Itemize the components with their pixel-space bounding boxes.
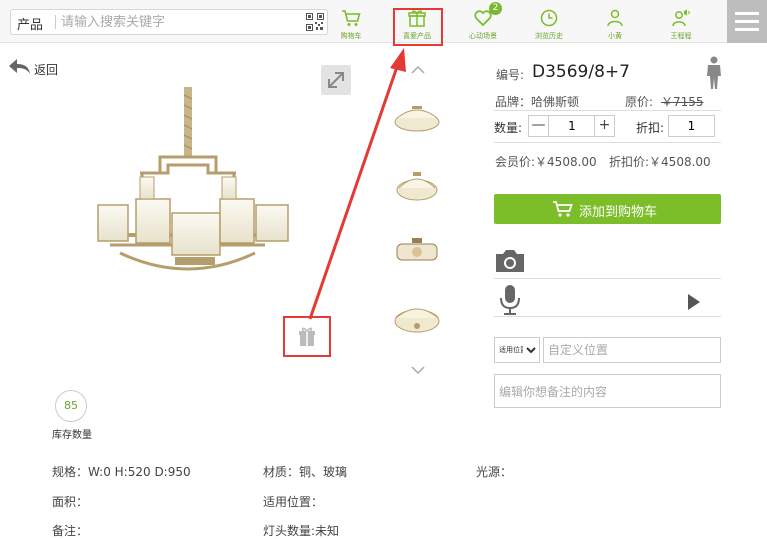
clock-icon: [540, 9, 558, 27]
nav-cart-label: 购物车: [340, 32, 362, 40]
spec-remarks: 备注：: [52, 524, 89, 538]
back-arrow-icon: [9, 59, 30, 74]
spec-applicable-position: 适用位置：: [263, 495, 324, 509]
discount-input[interactable]: [668, 115, 715, 137]
product-image: [97, 87, 289, 271]
divider: [494, 142, 721, 143]
discount-price: 折扣价:￥4508.00: [609, 155, 711, 169]
search-input[interactable]: [61, 12, 291, 32]
nav-history-label: 浏览历史: [535, 32, 563, 40]
cart-icon: [342, 10, 361, 26]
original-price: ￥7155: [661, 95, 704, 109]
search-category[interactable]: 产品: [17, 14, 43, 33]
divider: [494, 110, 721, 111]
discount-label: 折扣:: [636, 121, 665, 135]
person-scale-icon[interactable]: [703, 56, 725, 90]
thumbnail-3[interactable]: [392, 230, 442, 272]
product-code: D3569/8+7: [532, 62, 630, 82]
nav-scenes-label: 心动场景: [469, 32, 497, 40]
nav-history[interactable]: 浏览历史: [517, 0, 581, 43]
note-input[interactable]: [494, 374, 721, 408]
thumb-scroll-down-icon[interactable]: [411, 366, 425, 374]
brand-info: 品牌：哈佛斯顿: [495, 95, 580, 109]
stock-label: 库存数量: [52, 430, 92, 441]
menu-icon: [735, 12, 759, 15]
spec-size: 规格：W:0 H:520 D:950: [52, 465, 191, 479]
back-label: 返回: [34, 63, 59, 77]
spec-material: 材质：铜、玻璃: [263, 465, 348, 479]
quantity-increase-button[interactable]: +: [594, 116, 614, 136]
back-button[interactable]: 返回: [8, 57, 58, 79]
spec-area: 面积：: [52, 495, 89, 509]
quantity-label: 数量:: [494, 121, 523, 135]
user-icon: [607, 9, 623, 27]
divider: [494, 316, 721, 317]
nav-cart[interactable]: 购物车: [319, 0, 383, 43]
nav-user-wangchengcheng-label: 王程程: [670, 32, 692, 40]
quantity-stepper[interactable]: — +: [528, 115, 615, 137]
menu-button[interactable]: [727, 0, 767, 43]
add-to-cart-button[interactable]: 添加到购物车: [494, 194, 721, 224]
thumbnail-1[interactable]: [392, 96, 442, 138]
thumbnail-4[interactable]: [392, 296, 442, 338]
position-select[interactable]: 适用位置: [494, 337, 540, 363]
nav-user-wangchengcheng[interactable]: 王程程: [649, 0, 713, 43]
nav-user-xiaohuang-label: 小黄: [608, 32, 622, 40]
camera-icon[interactable]: [494, 248, 526, 274]
cart-icon: [553, 201, 573, 217]
search-bar[interactable]: 产品: [10, 9, 328, 35]
search-divider: [55, 15, 56, 29]
scenes-count-badge: 2: [489, 2, 502, 15]
spec-light-source: 光源：: [476, 465, 513, 479]
spec-bulb-count: 灯头数量:未知: [263, 524, 340, 538]
nav-user-xiaohuang[interactable]: 小黄: [583, 0, 647, 43]
divider: [494, 278, 721, 279]
custom-position-input[interactable]: [543, 337, 721, 363]
thumb-scroll-up-icon[interactable]: [411, 66, 425, 74]
member-price: 会员价:￥4508.00: [495, 155, 597, 169]
nav-scenes[interactable]: 2 心动场景: [451, 0, 515, 43]
product-code-label: 编号:: [496, 68, 525, 82]
stock-count: 85: [55, 390, 87, 422]
thumbnail-2[interactable]: [392, 164, 442, 206]
quantity-decrease-button[interactable]: —: [529, 116, 549, 136]
microphone-icon[interactable]: [498, 284, 522, 316]
favorites-highlight: [393, 8, 443, 46]
quantity-input[interactable]: [550, 117, 594, 135]
play-icon[interactable]: [688, 294, 700, 310]
original-price-label: 原价:: [625, 95, 654, 109]
user-speaker-icon: [672, 9, 690, 27]
add-to-cart-label: 添加到购物车: [579, 205, 658, 220]
